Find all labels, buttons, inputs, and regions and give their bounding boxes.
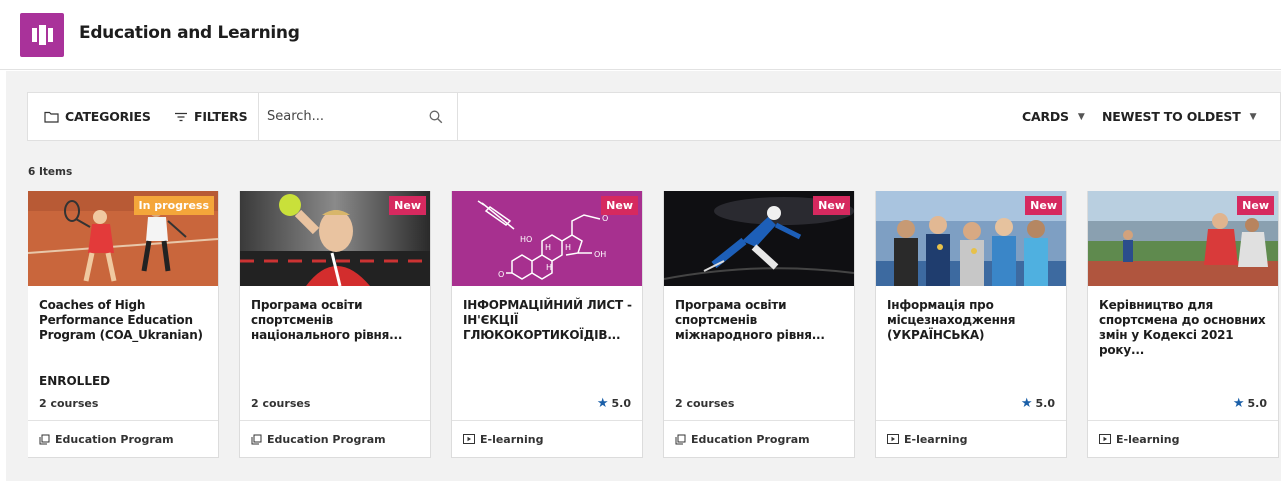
sort-dropdown[interactable]: NEWEST TO OLDEST ▼ — [1102, 93, 1256, 140]
search-box — [258, 93, 459, 140]
catalog-content: CATEGORIES FILTERS CARDS ▼ NEWEST TO OLD… — [6, 71, 1281, 481]
card-type: E-learning — [480, 432, 544, 446]
star-icon: ★ — [596, 396, 609, 411]
course-card[interactable]: In progress Coaches of High Performance … — [28, 191, 218, 465]
star-icon: ★ — [1232, 396, 1245, 411]
play-video-icon — [463, 434, 475, 444]
card-type: Education Program — [55, 432, 174, 446]
status-badge: New — [601, 196, 638, 215]
svg-text:H: H — [565, 243, 571, 252]
search-icon[interactable] — [429, 109, 443, 128]
course-card[interactable]: New Програма освіти спортсменів націонал… — [240, 191, 430, 465]
card-footer: Education Program — [664, 420, 854, 457]
program-icon — [251, 434, 262, 445]
library-books-icon[interactable] — [20, 13, 64, 57]
svg-text:OH: OH — [594, 250, 606, 259]
filter-icon — [174, 112, 188, 122]
page-title: Education and Learning — [79, 23, 300, 43]
card-title[interactable]: Програма освіти спортсменів міжнародного… — [675, 298, 847, 343]
card-footer: E-learning — [876, 420, 1066, 457]
card-footer: Education Program — [28, 420, 218, 457]
status-badge: New — [1237, 196, 1274, 215]
enrollment-status: ENROLLED — [39, 374, 111, 388]
svg-text:H: H — [546, 263, 552, 272]
play-video-icon — [887, 434, 899, 444]
status-badge: New — [389, 196, 426, 215]
star-icon: ★ — [1020, 396, 1033, 411]
chevron-down-icon: ▼ — [1077, 111, 1085, 122]
rating-value: 5.0 — [1247, 397, 1268, 410]
course-card[interactable]: New Інформація про місцезнаходження (УКР… — [876, 191, 1066, 457]
svg-text:O: O — [602, 214, 608, 223]
catalog-toolbar: CATEGORIES FILTERS CARDS ▼ NEWEST TO OLD… — [27, 92, 1281, 141]
card-title[interactable]: Керівництво для спортсмена до основних з… — [1099, 298, 1271, 358]
card-rating: ★ 5.0 — [1233, 396, 1267, 411]
card-type: Education Program — [691, 432, 810, 446]
card-title[interactable]: Програма освіти спортсменів національног… — [251, 298, 423, 343]
rating-value: 5.0 — [611, 397, 632, 410]
card-rating: ★ 5.0 — [597, 396, 631, 411]
folder-icon — [44, 111, 59, 123]
card-footer: E-learning — [1088, 420, 1278, 457]
rating-value: 5.0 — [1035, 397, 1056, 410]
card-title[interactable]: ІНФОРМАЦІЙНИЙ ЛИСТ - ІН'ЄКЦІЇ ГЛЮКОКОРТИ… — [463, 298, 635, 343]
card-type: E-learning — [904, 432, 968, 446]
card-type: E-learning — [1116, 432, 1180, 446]
card-type: Education Program — [267, 432, 386, 446]
course-card[interactable]: New Програма освіти спортсменів міжнарод… — [664, 191, 854, 465]
card-thumbnail-handball: New — [240, 191, 430, 286]
status-badge: New — [1025, 196, 1062, 215]
svg-text:O: O — [498, 270, 504, 279]
svg-text:H: H — [545, 243, 551, 252]
categories-label: CATEGORIES — [65, 109, 151, 124]
card-thumbnail-skater: New — [664, 191, 854, 286]
course-card[interactable]: New Керівництво для спортсмена до основн… — [1088, 191, 1278, 457]
filters-label: FILTERS — [194, 109, 248, 124]
status-badge: New — [813, 196, 850, 215]
program-icon — [675, 434, 686, 445]
card-footer: Education Program — [240, 420, 430, 457]
course-card[interactable]: O HO OH O H H H New ІНФОРМАЦІЙНИЙ ЛИСТ -… — [452, 191, 642, 457]
course-count: 2 courses — [251, 397, 311, 410]
course-count: 2 courses — [39, 397, 99, 410]
filters-button[interactable]: FILTERS — [174, 93, 248, 140]
play-video-icon — [1099, 434, 1111, 444]
svg-text:HO: HO — [520, 235, 532, 244]
card-title[interactable]: Coaches of High Performance Education Pr… — [39, 298, 211, 343]
program-icon — [39, 434, 50, 445]
categories-button[interactable]: CATEGORIES — [44, 93, 151, 140]
top-bar: Education and Learning — [0, 0, 1281, 70]
sort-label: NEWEST TO OLDEST — [1102, 109, 1241, 124]
card-thumbnail-molecule: O HO OH O H H H New — [452, 191, 642, 286]
card-title[interactable]: Інформація про місцезнаходження (УКРАЇНС… — [887, 298, 1059, 343]
items-count: 6 Items — [28, 166, 73, 178]
status-badge: In progress — [133, 196, 214, 215]
chevron-down-icon: ▼ — [1249, 111, 1257, 122]
course-count: 2 courses — [675, 397, 735, 410]
view-mode-label: CARDS — [1022, 109, 1069, 124]
card-thumbnail-runners: New — [1088, 191, 1278, 286]
view-mode-dropdown[interactable]: CARDS ▼ — [1022, 93, 1085, 140]
card-thumbnail-tennis: In progress — [28, 191, 218, 286]
card-grid: In progress Coaches of High Performance … — [28, 191, 1281, 481]
card-thumbnail-athletes: New — [876, 191, 1066, 286]
card-footer: E-learning — [452, 420, 642, 457]
card-rating: ★ 5.0 — [1021, 396, 1055, 411]
